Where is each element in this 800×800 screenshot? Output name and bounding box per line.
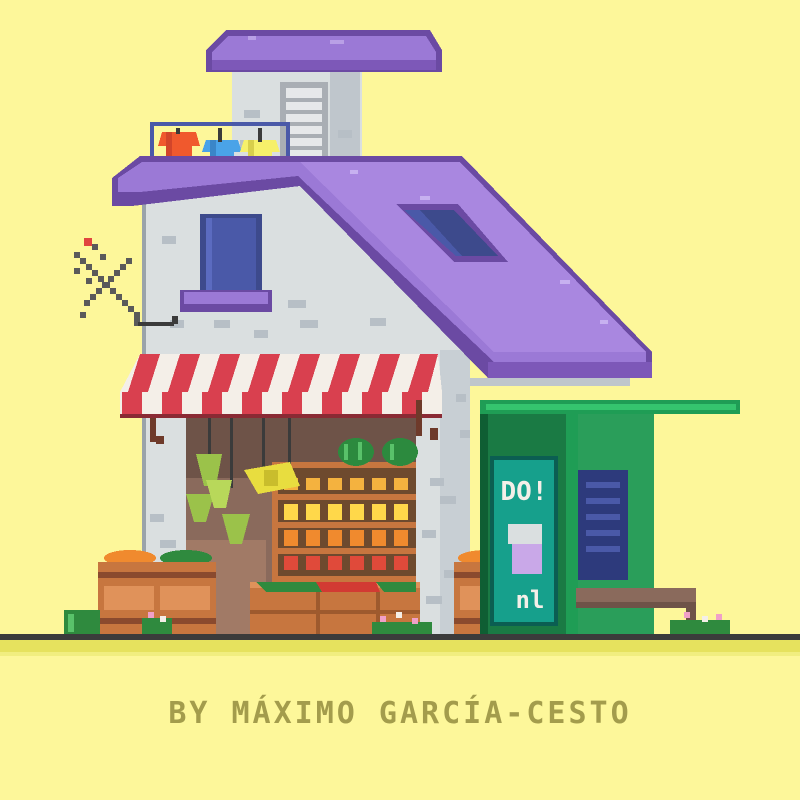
poster-top-text: DO! bbox=[501, 477, 548, 507]
pixel-art-scene: DO! nl bbox=[0, 30, 800, 800]
poster-icon: DO! nl bbox=[490, 456, 558, 626]
attic-roof bbox=[206, 30, 442, 72]
roof-eave bbox=[470, 362, 652, 386]
artist-credit: BY MÁXIMO GARCÍA-CESTO bbox=[168, 696, 632, 731]
poster-bottom-text: nl bbox=[516, 586, 545, 614]
